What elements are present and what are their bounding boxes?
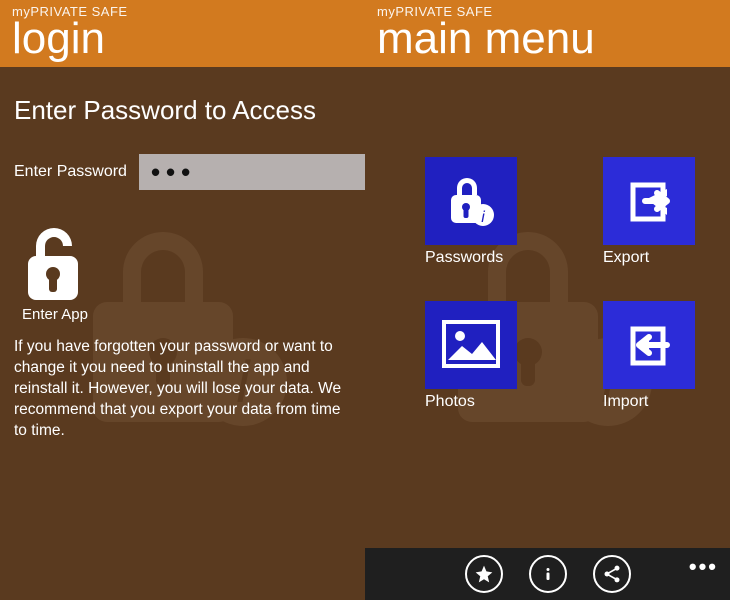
header: myPRIVATE SAFE login bbox=[0, 0, 365, 67]
enter-app-button[interactable]: Enter App bbox=[20, 224, 90, 323]
login-screen: myPRIVATE SAFE login i Enter Password to… bbox=[0, 0, 365, 600]
page-title: main menu bbox=[377, 17, 718, 61]
star-icon bbox=[474, 564, 494, 584]
tile-grid: i Passwords Expo bbox=[365, 67, 730, 411]
unlock-icon bbox=[20, 224, 90, 304]
appbar-more-button[interactable]: ••• bbox=[689, 554, 718, 580]
photo-icon bbox=[440, 318, 502, 372]
appbar-info-button[interactable] bbox=[529, 555, 567, 593]
page-title: login bbox=[12, 17, 353, 61]
import-icon bbox=[619, 315, 679, 375]
appbar-share-button[interactable] bbox=[593, 555, 631, 593]
app-name: myPRIVATE SAFE bbox=[12, 4, 353, 19]
share-icon bbox=[602, 564, 622, 584]
svg-text:i: i bbox=[481, 209, 485, 226]
tile-passwords[interactable]: i Passwords bbox=[425, 157, 525, 267]
tile-photos[interactable]: Photos bbox=[425, 301, 525, 411]
password-input[interactable] bbox=[139, 154, 365, 190]
enter-app-label: Enter App bbox=[22, 306, 88, 323]
tile-label: Export bbox=[603, 249, 649, 267]
app-bar: ••• bbox=[365, 548, 730, 600]
main-menu-screen: myPRIVATE SAFE main menu i bbox=[365, 0, 730, 600]
header: myPRIVATE SAFE main menu bbox=[365, 0, 730, 67]
info-icon bbox=[539, 565, 557, 583]
export-icon bbox=[619, 171, 679, 231]
appbar-favorite-button[interactable] bbox=[465, 555, 503, 593]
password-row: Enter Password bbox=[14, 154, 351, 190]
tile-label: Passwords bbox=[425, 249, 503, 267]
instruction-text: Enter Password to Access bbox=[14, 95, 351, 126]
app-name: myPRIVATE SAFE bbox=[377, 4, 718, 19]
lock-info-icon: i bbox=[441, 171, 501, 231]
tile-label: Photos bbox=[425, 393, 475, 411]
password-label: Enter Password bbox=[14, 163, 127, 181]
tile-label: Import bbox=[603, 393, 648, 411]
tile-import[interactable]: Import bbox=[603, 301, 703, 411]
forgot-password-note: If you have forgotten your password or w… bbox=[14, 337, 351, 442]
tile-export[interactable]: Export bbox=[603, 157, 703, 267]
